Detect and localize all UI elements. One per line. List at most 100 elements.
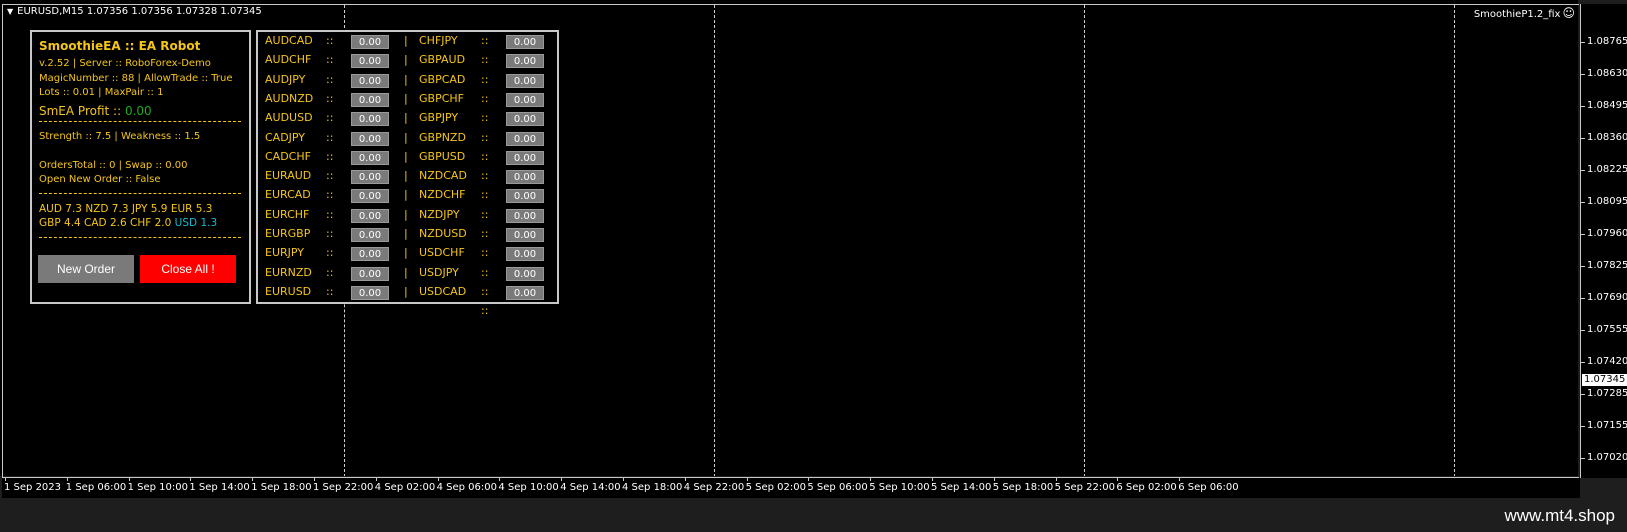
time-label: 1 Sep 14:00 [189,482,250,493]
pair-name: USDCAD [419,285,467,298]
pair-name: NZDJPY [419,208,460,221]
profit-label: SmEA Profit :: [39,104,125,118]
price-label: 1.07960 [1587,228,1627,239]
time-tick [1055,478,1057,481]
pair-profit-value: 0.00 [351,267,389,281]
pair-separator: :: [326,111,334,124]
new-order-button[interactable]: New Order [38,255,134,283]
current-price-marker: 1.07345 [1582,374,1627,386]
pair-separator: :: [326,227,334,240]
pair-name: CHFJPY [419,34,458,47]
pair-name: AUDUSD [265,111,313,124]
pair-profit-value: 0.00 [506,189,544,203]
column-divider: | [404,34,408,47]
indicator-name: SmoothieP1.2_fix [1473,9,1561,20]
pair-separator: :: [481,150,489,163]
pair-name: AUDJPY [265,73,306,86]
pair-profit-value: 0.00 [351,93,389,107]
time-label: 1 Sep 10:00 [127,482,188,493]
close-all-button[interactable]: Close All ! [140,255,236,283]
price-tick [1581,234,1585,235]
strength-weakness: Strength :: 7.5 | Weakness :: 1.5 [39,131,201,142]
pair-profit-value: 0.00 [351,286,389,300]
pair-separator: :: [481,169,489,182]
watermark: www.mt4.shop [1504,506,1615,525]
price-tick [1581,330,1585,331]
column-divider: | [404,92,408,105]
pair-profit-value: 0.00 [506,93,544,107]
pair-separator: :: [326,73,334,86]
pair-name: GBPUSD [419,150,466,163]
price-label: 1.08225 [1587,164,1627,175]
pair-name: AUDNZD [265,92,314,105]
pair-profit-value: 0.00 [506,286,544,300]
pair-separator: :: [326,34,334,47]
pair-separator: :: [326,266,334,279]
price-axis[interactable]: 1.08765 1.08630 1.08495 1.08360 1.08225 1.080… [1580,4,1627,478]
lots-maxpair: Lots :: 0.01 | MaxPair :: 1 [39,87,164,98]
time-label: 5 Sep 10:00 [869,482,930,493]
time-label: 5 Sep 14:00 [931,482,992,493]
time-tick [808,478,810,481]
price-tick [1581,426,1585,427]
time-label: 4 Sep 06:00 [436,482,497,493]
pair-profit-value: 0.00 [506,209,544,223]
time-tick [252,478,254,481]
time-tick [1179,478,1181,481]
pair-profit-value: 0.00 [351,209,389,223]
pair-profit-value: 0.00 [506,112,544,126]
pair-profit-value: 0.00 [351,112,389,126]
profit-value: 0.00 [124,104,152,118]
price-tick [1581,74,1585,75]
pair-name: EURGBP [265,227,311,240]
time-tick [375,478,377,481]
pair-profit-value: 0.00 [506,267,544,281]
usd-strength: USD 1.3 [174,217,218,229]
pair-separator: :: [481,73,489,86]
pair-profit-value: 0.00 [351,151,389,165]
pair-profit-value: 0.00 [506,54,544,68]
pair-profit-value: 0.00 [506,247,544,261]
price-label: 1.08360 [1587,132,1627,143]
pair-name: EURJPY [265,246,304,259]
price-label: 1.07825 [1587,260,1627,271]
pair-separator: :: [481,266,489,279]
collapse-triangle-icon[interactable]: ▼ [7,7,13,16]
currency-strength-row2-main: GBP 4.4 CAD 2.6 CHF 2.0 [39,217,175,229]
pair-separator: :: [481,285,489,298]
time-label: 4 Sep 14:00 [560,482,621,493]
time-label: 4 Sep 18:00 [622,482,683,493]
pair-name: GBPJPY [419,111,459,124]
pairs-panel [256,30,559,304]
pair-profit-value: 0.00 [506,228,544,242]
divider [39,121,241,122]
orders-swap: OrdersTotal :: 0 | Swap :: 0.00 [39,160,188,171]
price-tick [1581,106,1585,107]
time-tick [5,478,6,481]
currency-strength-row2: GBP 4.4 CAD 2.6 CHF 2.0 USD 1.3 [39,217,217,229]
price-label: 1.07690 [1587,292,1627,303]
time-tick [623,478,624,481]
magic-allowtrade: MagicNumber :: 88 | AllowTrade :: True [39,73,233,84]
pair-separator: :: [326,285,334,298]
pair-separator: :: [326,150,334,163]
column-divider: | [404,266,408,279]
pair-separator: :: [481,34,489,47]
symbol-title: ▼ EURUSD,M15 1.07356 1.07356 1.07328 1.07… [7,6,262,17]
time-tick [437,478,439,481]
price-tick [1581,458,1585,459]
time-axis[interactable]: 1 Sep 2023 1 Sep 06:00 1 Sep 10:00 1 Sep 14… [2,478,1580,498]
pair-name: GBPCHF [419,92,464,105]
divider [39,237,241,238]
column-divider: | [404,285,408,298]
column-divider: | [404,246,408,259]
pair-profit-value: 0.00 [351,189,389,203]
price-tick [1581,266,1585,267]
pair-profit-value: 0.00 [506,132,544,146]
profit-line: SmEA Profit :: 0.00 [39,104,152,118]
price-tick [1581,362,1585,363]
column-divider: | [404,169,408,182]
day-separator [714,5,715,476]
pair-separator: :: [326,188,334,201]
time-label: 6 Sep 06:00 [1178,482,1239,493]
